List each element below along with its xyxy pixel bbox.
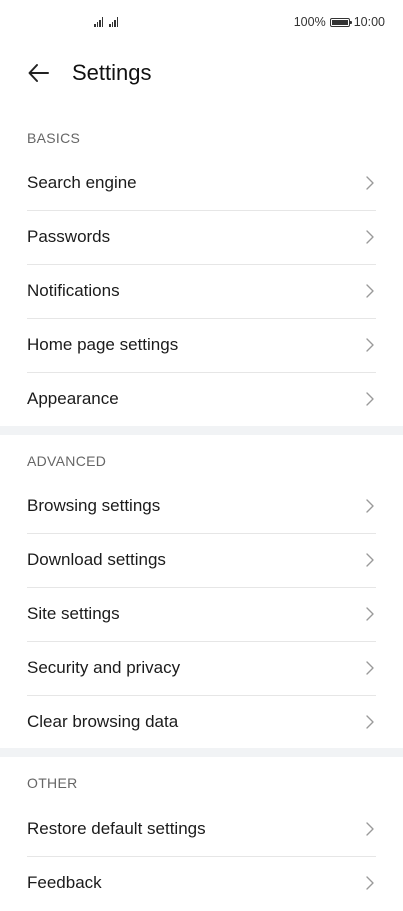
settings-item-home-page-settings[interactable]: Home page settings: [0, 319, 403, 373]
chevron-right-icon: [366, 661, 374, 675]
settings-item-site-settings[interactable]: Site settings: [0, 588, 403, 642]
section-separator: [0, 748, 403, 757]
app-bar: Settings: [0, 48, 403, 98]
chevron-right-icon: [366, 499, 374, 513]
chevron-right-icon: [366, 176, 374, 190]
settings-item-security-and-privacy[interactable]: Security and privacy: [0, 642, 403, 696]
battery-fill: [331, 19, 348, 25]
settings-item-label: Passwords: [27, 227, 111, 246]
settings-item-appearance[interactable]: Appearance: [0, 373, 403, 427]
settings-item-label: Appearance: [27, 389, 119, 408]
chevron-right-icon: [366, 715, 374, 729]
section-header-other: OTHER: [27, 775, 78, 791]
section-separator: [0, 426, 403, 435]
status-bar: 100% 10:00: [0, 0, 403, 48]
settings-item-label: Feedback: [27, 873, 102, 892]
chevron-right-icon: [366, 338, 374, 352]
battery-percent: 100%: [293, 15, 326, 29]
status-right: 100% 10:00: [294, 15, 385, 29]
settings-item-browsing-settings[interactable]: Browsing settings: [0, 480, 403, 534]
settings-item-feedback[interactable]: Feedback: [0, 857, 403, 911]
settings-item-passwords[interactable]: Passwords: [0, 211, 403, 265]
settings-item-label: Security and privacy: [27, 658, 181, 677]
settings-item-label: Search engine: [27, 173, 137, 192]
chevron-right-icon: [366, 392, 374, 406]
settings-item-label: Clear browsing data: [27, 712, 179, 731]
settings-item-label: Restore default settings: [27, 819, 206, 838]
chevron-right-icon: [366, 284, 374, 298]
signal-icon: [94, 17, 103, 27]
signal-icon: [109, 17, 118, 27]
chevron-right-icon: [366, 822, 374, 836]
settings-item-restore-default-settings[interactable]: Restore default settings: [0, 803, 403, 857]
chevron-right-icon: [366, 230, 374, 244]
chevron-right-icon: [366, 876, 374, 890]
chevron-right-icon: [366, 607, 374, 621]
back-arrow-icon[interactable]: [26, 60, 52, 86]
settings-item-label: Browsing settings: [27, 496, 161, 515]
clock: 10:00: [353, 15, 385, 29]
signal-icons: [94, 17, 118, 27]
page-title: Settings: [72, 60, 152, 85]
section-header-advanced: ADVANCED: [27, 453, 107, 469]
settings-item-notifications[interactable]: Notifications: [0, 265, 403, 319]
settings-item-clear-browsing-data[interactable]: Clear browsing data: [0, 696, 403, 750]
battery-icon: [329, 17, 352, 27]
settings-item-download-settings[interactable]: Download settings: [0, 534, 403, 588]
settings-item-label: Site settings: [27, 604, 120, 623]
section-header-basics: BASICS: [27, 130, 81, 146]
settings-item-search-engine[interactable]: Search engine: [0, 157, 403, 211]
chevron-right-icon: [366, 553, 374, 567]
settings-item-label: Download settings: [27, 550, 166, 569]
settings-item-label: Home page settings: [27, 335, 179, 354]
settings-item-label: Notifications: [27, 281, 120, 300]
